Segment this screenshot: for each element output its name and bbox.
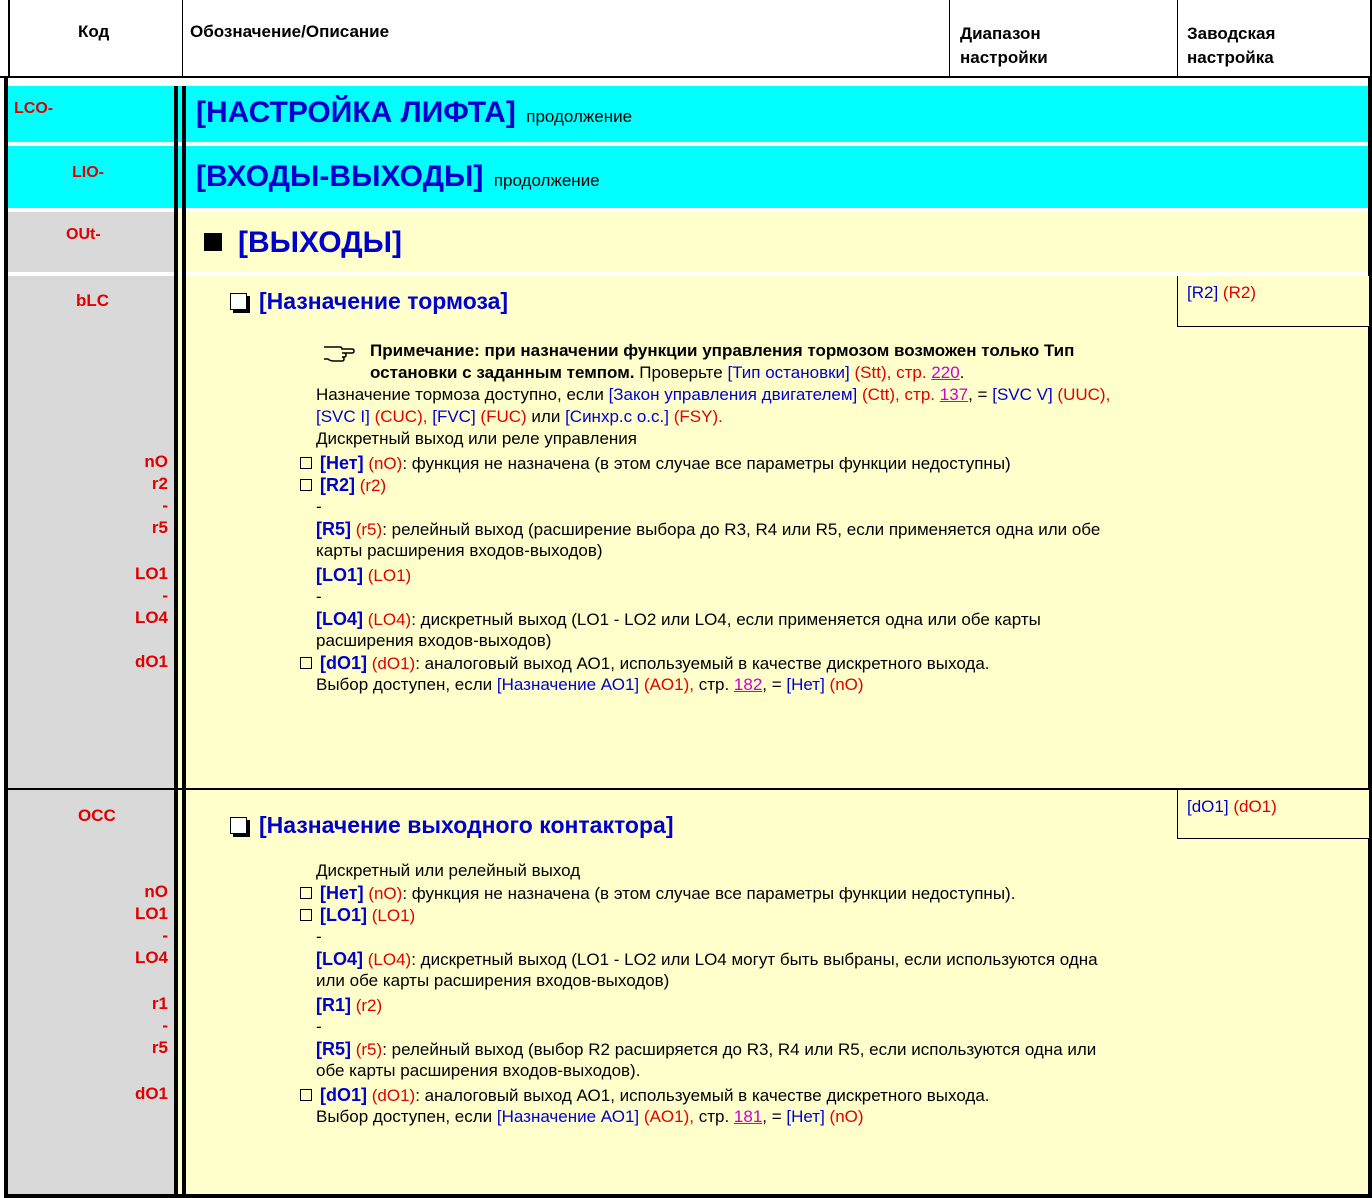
option-lo1: [LO1] (LO1)	[316, 565, 412, 585]
checkbox-icon	[300, 657, 312, 669]
option-do1: [dO1] (dO1): аналоговый выход АО1, испол…	[300, 652, 990, 675]
param-title-blc: [Назначение тормоза]	[230, 288, 508, 315]
option-r5-cont: карты расширения входов-выходов)	[316, 541, 603, 560]
header-code: Код	[78, 22, 110, 41]
default-value-occ: [dO1] (dO1)	[1187, 797, 1277, 816]
code-value: -	[162, 496, 168, 515]
param-title-occ: [Назначение выходного контактора]	[230, 812, 673, 839]
option-no: [Нет] (nO): функция не назначена (в этом…	[300, 882, 1015, 905]
code-value: r5	[151, 1038, 168, 1057]
code-value: dO1	[134, 1084, 168, 1103]
selection-condition: Выбор доступен, если [Назначение АО1] (A…	[316, 675, 864, 694]
code-value: LO4	[134, 948, 168, 967]
option-r5-cont: обе карты расширения входов-выходов).	[316, 1061, 641, 1080]
checkbox-icon	[300, 909, 312, 921]
occ-intro: Дискретный или релейный выход	[316, 861, 581, 880]
code-value: r5	[151, 518, 168, 537]
code-value: -	[162, 586, 168, 605]
header-default: Заводская настройка	[1187, 24, 1276, 67]
dash: -	[316, 927, 322, 946]
option-no: [Нет] (nO): функция не назначена (в этом…	[300, 452, 1011, 475]
avail-line-2: [SVC I] (CUC), [FVC] (FUC) или [Синхр.с …	[316, 407, 723, 426]
avail-line-1: Назначение тормоза доступно, если [Закон…	[316, 385, 1111, 404]
header-range: Диапазон настройки	[960, 24, 1048, 67]
option-r1: [R1] (r2)	[316, 995, 383, 1015]
checkbox-icon	[230, 293, 247, 310]
option-lo4: [LO4] (LO4): дискретный выход (LO1 - LO2…	[316, 949, 1098, 969]
page-link-220[interactable]: 220	[931, 363, 959, 382]
section-title-out: [ВЫХОДЫ]	[204, 226, 402, 260]
checkbox-icon	[300, 1089, 312, 1101]
option-lo4-cont: расширения входов-выходов)	[316, 631, 552, 650]
dash: -	[316, 587, 322, 606]
checkbox-icon	[230, 817, 247, 834]
option-lo4-cont: или обе карты расширения входов-выходов)	[316, 971, 670, 990]
dash: -	[316, 1017, 322, 1036]
section-title-lco: [НАСТРОЙКА ЛИФТА] продолжение	[196, 96, 633, 129]
option-lo4: [LO4] (LO4): дискретный выход (LO1 - LO2…	[316, 609, 1041, 629]
option-r5: [R5] (r5): релейный выход (выбор R2 расш…	[316, 1039, 1097, 1059]
code-value: r2	[151, 474, 168, 493]
checkbox-icon	[300, 457, 312, 469]
page-link-181[interactable]: 181	[734, 1107, 762, 1126]
code-value: LO1	[134, 904, 168, 923]
note-line-1: Примечание: при назначении функции управ…	[370, 341, 1075, 360]
code-value: -	[162, 926, 168, 945]
checkbox-icon	[300, 479, 312, 491]
pointing-hand-icon	[322, 341, 356, 370]
code-value: nO	[144, 452, 168, 471]
code-value: nO	[144, 882, 168, 901]
checkbox-icon	[300, 887, 312, 899]
dash: -	[316, 497, 322, 516]
code-occ: OCC	[78, 806, 116, 825]
code-value: r1	[151, 994, 168, 1013]
header-description: Обозначение/Описание	[190, 22, 390, 41]
option-do1: [dO1] (dO1): аналоговый выход АО1, испол…	[300, 1084, 990, 1107]
code-out: OUt-	[66, 226, 101, 243]
page-link-182[interactable]: 182	[734, 675, 762, 694]
note-line-2: остановки с заданным темпом. Проверьте […	[370, 363, 965, 382]
option-r5: [R5] (r5): релейный выход (расширение вы…	[316, 519, 1101, 539]
code-value: -	[162, 1016, 168, 1035]
code-value: LO1	[134, 564, 168, 583]
default-value-blc: [R2] (R2)	[1187, 283, 1256, 302]
option-r2: [R2] (r2)	[300, 474, 386, 497]
page-link-137[interactable]: 137	[940, 385, 968, 404]
param-row-occ	[8, 790, 1368, 1198]
code-lio: LIO-	[72, 164, 104, 181]
code-lco: LCO-	[14, 100, 54, 117]
selection-condition: Выбор доступен, если [Назначение АО1] (A…	[316, 1107, 864, 1126]
code-blc: bLC	[76, 291, 110, 310]
code-value: LO4	[134, 608, 168, 627]
section-title-lio: [ВХОДЫ-ВЫХОДЫ] продолжение	[196, 160, 600, 193]
code-value: dO1	[134, 652, 168, 671]
black-square-icon	[204, 233, 222, 251]
option-lo1: [LO1] (LO1)	[300, 904, 415, 927]
blc-intro: Дискретный выход или реле управления	[316, 429, 637, 448]
